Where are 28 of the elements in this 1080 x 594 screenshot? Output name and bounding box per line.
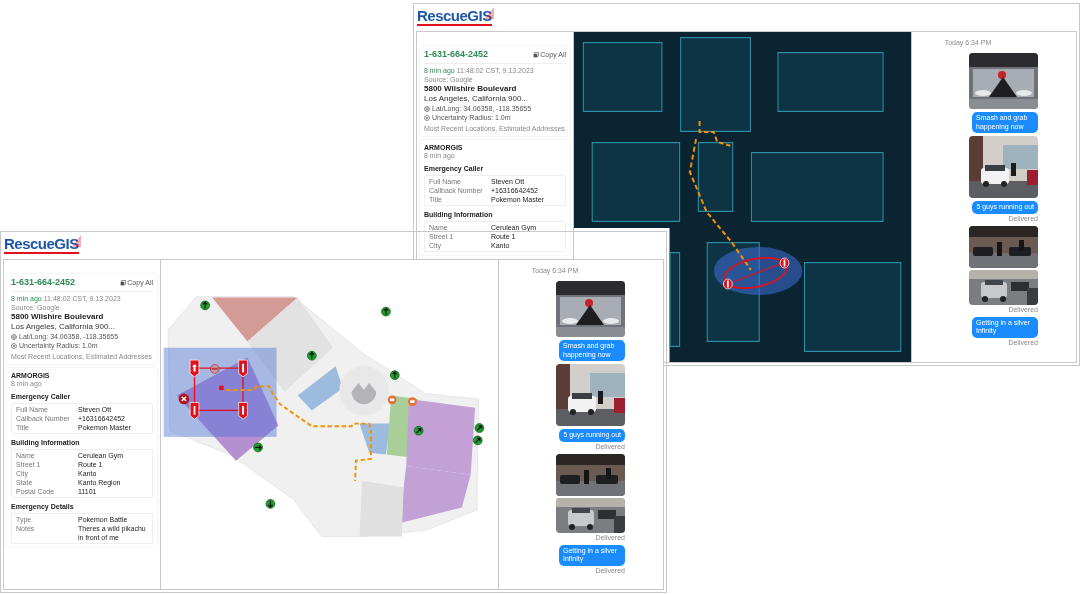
arrow-marker-icon [472,435,483,446]
city-address: Los Angeles, California 900... [11,322,117,332]
target-icon [424,114,430,121]
arrow-marker-icon [381,306,391,317]
copy-icon [533,51,540,58]
logo-text: RescueGIS [417,7,492,26]
geofence-drawing [723,257,790,290]
arrow-marker-icon [390,370,400,380]
phone-number: 1-631-664-2452 [11,277,76,288]
no-entry-icon [210,364,220,374]
globe-icon [11,333,17,340]
logo-text: RescueGIS [4,235,79,254]
street-address: 5800 Wilshire Boulevard [424,84,518,94]
arrow-marker-icon [307,350,317,361]
geofence-drawing [189,359,248,420]
x-marker-icon [178,393,190,405]
location-marker-icon [219,385,224,391]
phone-number: 1-631-664-2452 [424,49,489,60]
copy-icon [120,279,127,286]
street-address: 5800 Wilshire Boulevard [11,312,105,322]
globe-icon [424,105,430,112]
arrow-marker-icon [413,425,424,436]
arrow-marker-icon [265,499,276,509]
target-icon [11,342,17,349]
city-address: Los Angeles, California 900... [424,94,530,104]
arrow-marker-icon [200,300,210,311]
arrow-marker-icon [474,423,485,433]
arrow-marker-icon [253,442,263,453]
